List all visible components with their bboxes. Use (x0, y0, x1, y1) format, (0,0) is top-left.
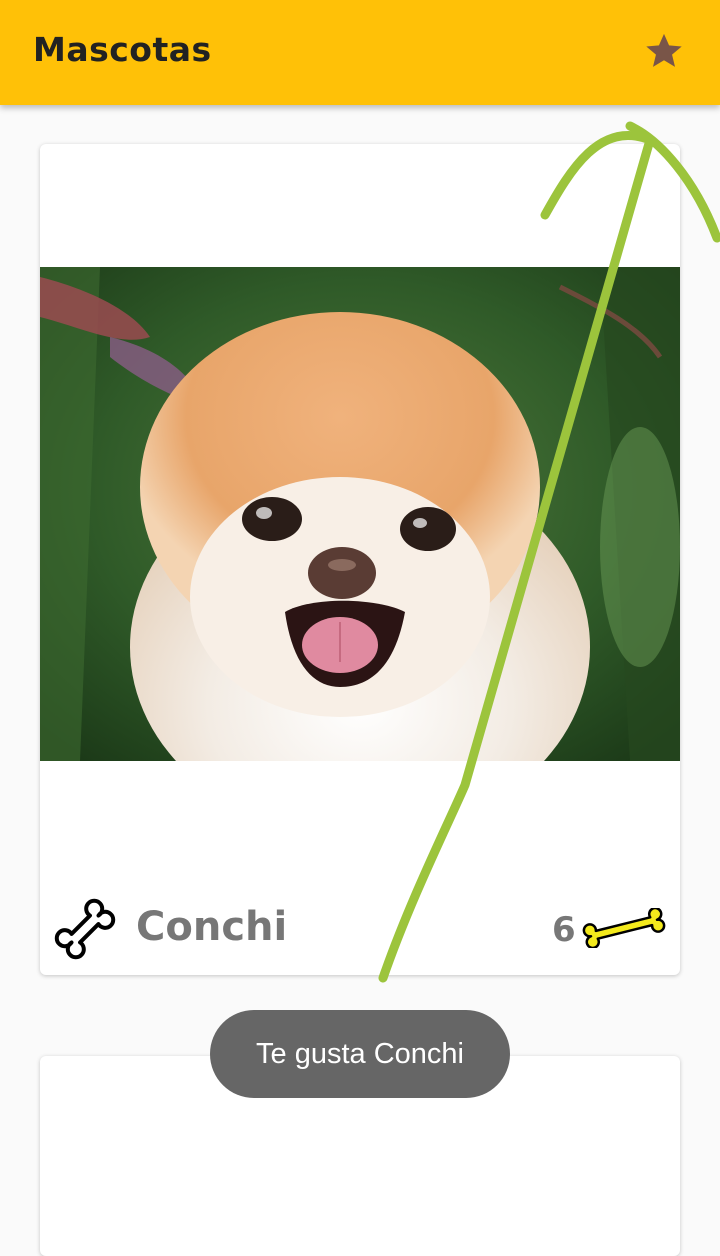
favorites-button[interactable] (640, 28, 688, 74)
star-icon (646, 33, 682, 67)
pet-name: Conchi (136, 904, 288, 950)
like-count: 6 (552, 910, 576, 950)
pet-photo (40, 267, 680, 761)
yellow-bone-icon (582, 906, 666, 950)
pet-card[interactable]: Conchi 6 (40, 144, 680, 975)
bone-outline-icon (54, 898, 116, 960)
app-bar: Mascotas (0, 0, 720, 105)
toast-message: Te gusta Conchi (210, 1010, 510, 1098)
rate-bone-button[interactable] (52, 896, 118, 962)
app-title: Mascotas (33, 30, 212, 69)
toast-text: Te gusta Conchi (256, 1037, 464, 1070)
